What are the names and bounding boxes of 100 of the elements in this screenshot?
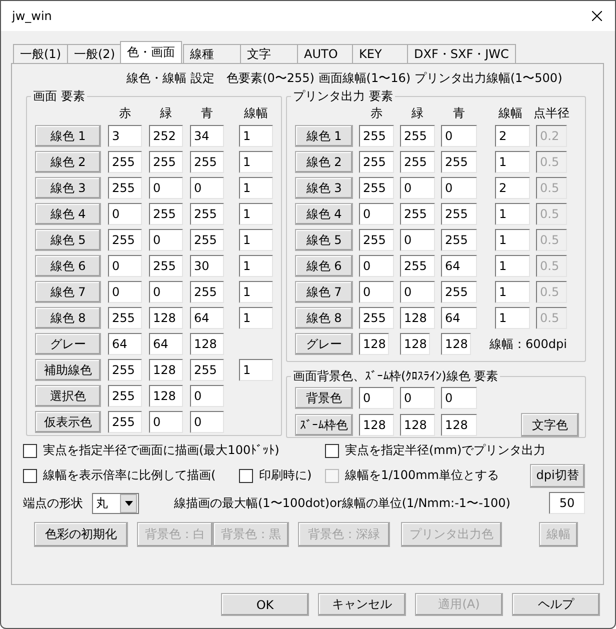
dialog-button[interactable]: ヘルプ <box>512 593 600 616</box>
input-field[interactable]: 0 <box>400 177 435 199</box>
dpi-button[interactable]: dpi切替 <box>530 464 585 488</box>
input-field[interactable]: 255 <box>108 411 142 433</box>
input-field[interactable]: 128 <box>441 333 471 355</box>
text-color-button[interactable]: 文字色 <box>521 413 579 437</box>
input-field[interactable]: 50 <box>549 492 585 514</box>
input-field[interactable]: 255 <box>400 125 435 147</box>
input-field[interactable]: 255 <box>108 359 142 381</box>
input-field[interactable]: 1 <box>495 307 530 329</box>
input-field[interactable]: 0 <box>400 281 435 303</box>
input-field[interactable]: 3 <box>108 125 142 147</box>
input-field[interactable]: 1 <box>239 307 273 329</box>
tab[interactable]: 線種 <box>183 44 241 63</box>
tab[interactable]: 一般(2) <box>67 44 122 63</box>
close-icon[interactable] <box>592 11 602 21</box>
color-button[interactable]: 線色 7 <box>35 281 101 303</box>
input-field[interactable]: 64 <box>149 333 183 355</box>
input-field[interactable]: 1 <box>239 229 273 251</box>
input-field[interactable]: 34 <box>190 125 224 147</box>
input-field[interactable]: 1 <box>239 177 273 199</box>
color-button[interactable]: 線色 3 <box>295 177 353 199</box>
input-field[interactable]: 255 <box>441 229 477 251</box>
input-field[interactable]: 0 <box>441 387 477 409</box>
input-field[interactable]: 255 <box>359 125 394 147</box>
input-field[interactable]: 255 <box>190 281 224 303</box>
input-field[interactable]: 0 <box>108 255 142 277</box>
color-button[interactable]: 線色 1 <box>35 125 101 147</box>
tab[interactable]: DXF・SXF・JWC <box>407 44 516 63</box>
input-field[interactable]: 255 <box>108 307 142 329</box>
input-field[interactable]: 1 <box>495 255 530 277</box>
input-field[interactable]: 0 <box>149 281 183 303</box>
input-field[interactable]: 0 <box>441 177 477 199</box>
input-field[interactable]: 255 <box>108 151 142 173</box>
checkbox[interactable] <box>325 444 339 458</box>
input-field[interactable]: 255 <box>359 307 394 329</box>
input-field[interactable]: 0 <box>359 255 394 277</box>
input-field[interactable]: 255 <box>441 281 477 303</box>
input-field[interactable]: 0 <box>400 387 435 409</box>
color-button[interactable]: 線色 6 <box>35 255 101 277</box>
input-field[interactable]: 0 <box>108 203 142 225</box>
checkbox[interactable] <box>239 468 253 482</box>
input-field[interactable]: 30 <box>190 255 224 277</box>
dialog-button[interactable]: キャンセル <box>318 593 406 616</box>
input-field[interactable]: 255 <box>400 255 435 277</box>
color-button[interactable]: 線色 7 <box>295 281 353 303</box>
input-field[interactable]: 0 <box>359 387 394 409</box>
input-field[interactable]: 1 <box>495 203 530 225</box>
input-field[interactable]: 0 <box>441 125 477 147</box>
input-field[interactable]: 1 <box>239 203 273 225</box>
input-field[interactable]: 0 <box>190 411 224 433</box>
color-button[interactable]: 線色 3 <box>35 177 101 199</box>
color-button[interactable]: 線色 2 <box>35 151 101 173</box>
input-field[interactable]: 255 <box>441 151 477 173</box>
input-field[interactable]: 0 <box>400 229 435 251</box>
input-field[interactable]: 1 <box>495 151 530 173</box>
input-field[interactable]: 255 <box>359 229 394 251</box>
input-field[interactable]: 255 <box>149 203 183 225</box>
input-field[interactable]: 64 <box>108 333 142 355</box>
input-field[interactable]: 0 <box>359 281 394 303</box>
input-field[interactable]: 2 <box>495 125 530 147</box>
input-field[interactable]: 255 <box>108 229 142 251</box>
input-field[interactable]: 128 <box>359 333 389 355</box>
input-field[interactable]: 1 <box>495 281 530 303</box>
input-field[interactable]: 255 <box>190 203 224 225</box>
color-button[interactable]: 線色 4 <box>295 203 353 225</box>
input-field[interactable]: 255 <box>359 177 394 199</box>
input-field[interactable]: 128 <box>359 414 394 436</box>
color-button[interactable]: 線色 4 <box>35 203 101 225</box>
input-field[interactable]: 128 <box>190 333 224 355</box>
endpoint-dropdown[interactable]: 丸 <box>92 492 139 514</box>
input-field[interactable]: 128 <box>441 414 477 436</box>
input-field[interactable]: 2 <box>495 177 530 199</box>
color-button[interactable]: グレー <box>295 333 353 355</box>
color-button[interactable]: 線色 6 <box>295 255 353 277</box>
input-field[interactable]: 255 <box>400 203 435 225</box>
input-field[interactable]: 0 <box>108 281 142 303</box>
input-field[interactable]: 252 <box>149 125 183 147</box>
input-field[interactable]: 255 <box>190 359 224 381</box>
checkbox[interactable] <box>23 444 37 458</box>
dialog-button[interactable]: OK <box>221 593 309 616</box>
color-button[interactable]: 線色 5 <box>35 229 101 251</box>
input-field[interactable]: 255 <box>400 151 435 173</box>
color-button[interactable]: 線色 8 <box>35 307 101 329</box>
input-field[interactable]: 255 <box>108 177 142 199</box>
input-field[interactable]: 255 <box>441 203 477 225</box>
color-button[interactable]: 選択色 <box>35 385 101 407</box>
input-field[interactable]: 0 <box>149 411 183 433</box>
input-field[interactable]: 1 <box>239 151 273 173</box>
input-field[interactable]: 1 <box>239 281 273 303</box>
input-field[interactable]: 0 <box>359 203 394 225</box>
color-button[interactable]: 線色 1 <box>295 125 353 147</box>
color-button[interactable]: 背景色 <box>295 387 353 409</box>
input-field[interactable]: 1 <box>495 229 530 251</box>
input-field[interactable]: 0 <box>149 229 183 251</box>
input-field[interactable]: 1 <box>239 359 273 381</box>
input-field[interactable]: 255 <box>359 151 394 173</box>
color-button[interactable]: 線色 5 <box>295 229 353 251</box>
input-field[interactable]: 0 <box>190 385 224 407</box>
input-field[interactable]: 1 <box>239 125 273 147</box>
